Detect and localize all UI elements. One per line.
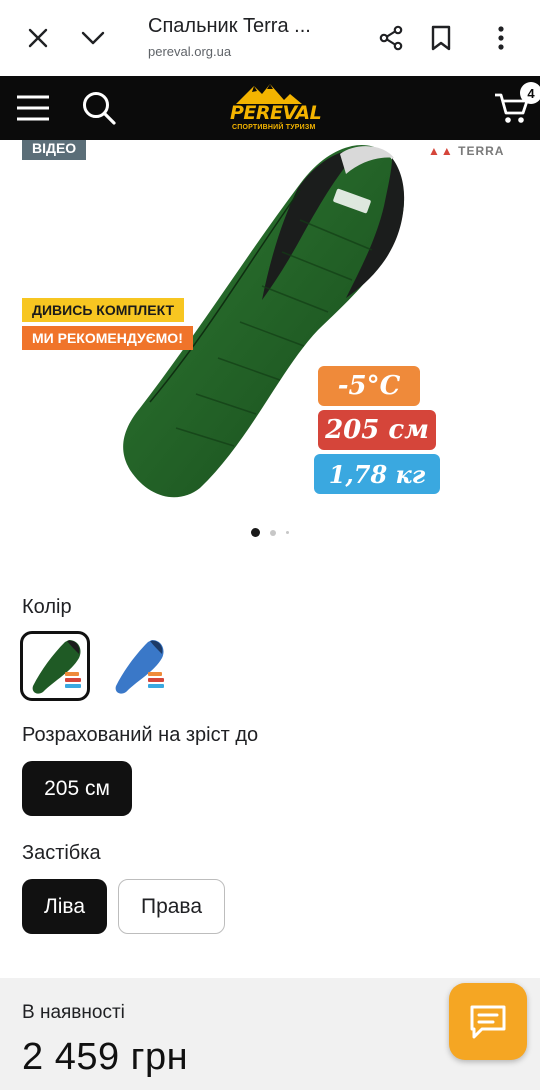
zipper-left-option[interactable]: Ліва (22, 879, 107, 934)
cart-button[interactable]: 4 (488, 82, 540, 130)
kit-tag[interactable]: ДИВИСЬ КОМПЛЕКТ (22, 298, 185, 322)
share-icon[interactable] (371, 18, 411, 58)
site-header: PEREVAL СПОРТИВНИЙ ТУРИЗМ 4 (0, 76, 540, 140)
brand-logo: ▲▲ TERRA (428, 144, 504, 158)
chat-icon (470, 1005, 506, 1038)
color-label: Колір (22, 596, 72, 618)
height-option-205[interactable]: 205 см (22, 761, 132, 816)
zipper-right-option[interactable]: Права (118, 879, 225, 934)
cart-count-badge: 4 (520, 82, 540, 104)
spec-temperature: -5°C (318, 366, 420, 406)
product-price: 2 459 грн (22, 1036, 189, 1078)
video-tag[interactable]: ВІДЕО (22, 140, 87, 160)
recommend-tag: МИ РЕКОМЕНДУЄМО! (22, 326, 193, 350)
green-bag-thumbnail (32, 640, 81, 694)
chevron-down-icon[interactable] (73, 18, 113, 58)
browser-toolbar: Спальник Terra ... pereval.org.ua (0, 0, 540, 76)
terra-logo-icon: ▲▲ (428, 144, 454, 158)
blue-bag-thumbnail (115, 640, 164, 694)
menu-icon[interactable] (11, 86, 55, 130)
gallery-pagination (0, 528, 540, 537)
brand-name: TERRA (458, 144, 505, 158)
chat-button[interactable] (449, 983, 527, 1060)
zipper-label: Застібка (22, 842, 101, 864)
product-image-gallery[interactable]: ВІДЕО ДИВИСЬ КОМПЛЕКТ МИ РЕКОМЕНДУЄМО! ▲… (0, 140, 540, 560)
more-options-icon[interactable] (481, 18, 521, 58)
close-icon[interactable] (18, 18, 58, 58)
height-label: Розрахований на зріст до (22, 724, 259, 746)
mountain-logo-icon (236, 84, 302, 104)
search-icon[interactable] (77, 86, 121, 130)
bookmark-icon[interactable] (421, 18, 461, 58)
pagination-dot[interactable] (270, 529, 276, 536)
availability-status: В наявності (22, 1002, 125, 1023)
pagination-dot[interactable] (251, 528, 260, 537)
page-url[interactable]: pereval.org.ua (148, 44, 231, 59)
pagination-dot[interactable] (286, 531, 289, 534)
spec-length: 205 см (318, 410, 436, 450)
page-title: Спальник Terra ... (148, 15, 311, 37)
spec-weight: 1,78 кг (314, 454, 440, 494)
color-swatch-blue[interactable] (103, 631, 173, 701)
logo-subtitle: СПОРТИВНИЙ ТУРИЗМ (232, 124, 316, 131)
color-swatch-green[interactable] (20, 631, 90, 701)
site-logo[interactable]: PEREVAL СПОРТИВНИЙ ТУРИЗМ (226, 82, 322, 134)
logo-text: PEREVAL (230, 102, 322, 124)
